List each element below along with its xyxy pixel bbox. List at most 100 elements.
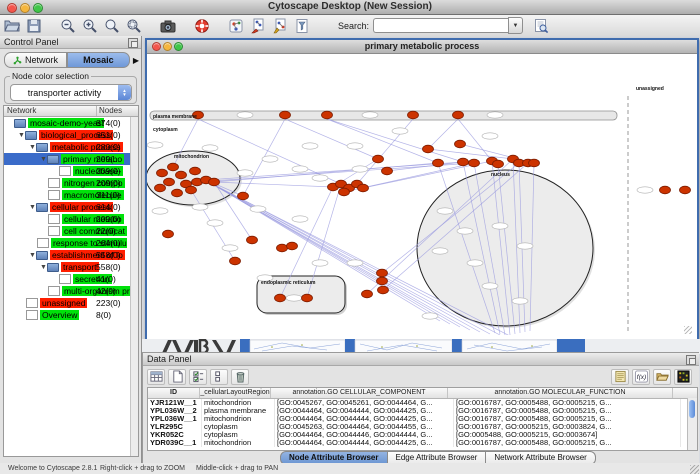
network-node[interactable] bbox=[163, 230, 174, 238]
network-node[interactable] bbox=[277, 244, 288, 252]
table-options-button[interactable] bbox=[147, 369, 165, 385]
network-node[interactable] bbox=[358, 184, 369, 192]
network-node[interactable] bbox=[455, 140, 466, 148]
attribute-table-header[interactable]: ID _cellularLayoutRegion annotation.GO C… bbox=[148, 388, 697, 399]
expander-icon[interactable]: ▼ bbox=[29, 144, 36, 151]
node-label-ellipse[interactable] bbox=[312, 260, 328, 266]
function-builder-button[interactable]: f(x) bbox=[632, 369, 650, 385]
node-label-ellipse[interactable] bbox=[517, 243, 533, 249]
network-view-window[interactable]: primary metabolic process plasma membran… bbox=[145, 38, 699, 341]
node-label-ellipse[interactable] bbox=[192, 204, 208, 210]
tree-row-cellular-process[interactable]: ▼cellular process614(0) bbox=[4, 201, 138, 213]
network-node[interactable] bbox=[377, 269, 388, 277]
expander-icon[interactable]: ▼ bbox=[40, 156, 47, 163]
network-node[interactable] bbox=[176, 171, 187, 179]
node-label-ellipse[interactable] bbox=[432, 248, 448, 254]
network-node[interactable] bbox=[458, 158, 469, 166]
tab-network[interactable]: Network bbox=[4, 52, 67, 68]
app-titlebar[interactable]: Cytoscape Desktop (New Session) bbox=[0, 0, 700, 15]
network-node[interactable] bbox=[339, 188, 350, 196]
network-node[interactable] bbox=[433, 159, 444, 167]
float-panel-icon[interactable] bbox=[128, 38, 138, 48]
node-label-ellipse[interactable] bbox=[347, 260, 363, 266]
network-node[interactable] bbox=[186, 186, 197, 194]
network-node[interactable] bbox=[280, 111, 291, 119]
node-label-ellipse[interactable] bbox=[147, 142, 163, 148]
table-row-ykr052c[interactable]: YKR052Ccytoplasm[GO:0044464, GO:0044446,… bbox=[148, 431, 697, 439]
tree-row-overview[interactable]: Overview8(0) bbox=[4, 309, 138, 321]
tree-row-nitrogen-compo[interactable]: nitrogen compo209(0) bbox=[4, 177, 138, 189]
help-button[interactable] bbox=[192, 17, 212, 35]
table-row-ylr295c[interactable]: YLR295Ccytoplasm[GO:0045263, GO:0044464,… bbox=[148, 423, 697, 431]
node-label-ellipse[interactable] bbox=[292, 166, 308, 172]
tree-row-cell-communicat[interactable]: cell communicat22(0) bbox=[4, 225, 138, 237]
node-label-ellipse[interactable] bbox=[237, 170, 253, 176]
window-resize-grip[interactable] bbox=[690, 465, 699, 474]
network-node[interactable] bbox=[453, 111, 464, 119]
float-panel-icon[interactable] bbox=[686, 355, 696, 365]
save-button[interactable] bbox=[24, 17, 44, 35]
network-node[interactable] bbox=[302, 294, 313, 302]
network-node[interactable] bbox=[238, 192, 249, 200]
tree-row-multi-organism-pro[interactable]: multi-organism pro42(0) bbox=[4, 285, 138, 297]
node-label-ellipse[interactable] bbox=[487, 112, 503, 118]
network-node[interactable] bbox=[157, 169, 168, 177]
network-canvas[interactable]: plasma membranecytoplasmmitochondrionnuc… bbox=[147, 54, 693, 335]
table-row-ypl036w__2[interactable]: YPL036W__2plasma membrane[GO:0044464, GO… bbox=[148, 407, 697, 415]
node-label-ellipse[interactable] bbox=[362, 112, 378, 118]
unselect-attributes-button[interactable] bbox=[210, 369, 228, 385]
table-scrollbar-thumb[interactable] bbox=[689, 400, 695, 418]
annotate-network-button[interactable] bbox=[270, 17, 290, 35]
node-label-ellipse[interactable] bbox=[222, 245, 238, 251]
filter-button[interactable] bbox=[292, 17, 312, 35]
import-attributes-button[interactable] bbox=[653, 369, 671, 385]
network-node[interactable] bbox=[382, 167, 393, 175]
node-label-ellipse[interactable] bbox=[482, 283, 498, 289]
select-attributes-button[interactable] bbox=[189, 369, 207, 385]
node-label-ellipse[interactable] bbox=[492, 223, 508, 229]
node-label-ellipse[interactable] bbox=[250, 206, 266, 212]
expander-icon[interactable]: ▼ bbox=[29, 204, 36, 211]
table-row-ypl036w__1[interactable]: YPL036W__1mitochondrion[GO:0044464, GO:0… bbox=[148, 415, 697, 423]
network-node[interactable] bbox=[275, 294, 286, 302]
node-label-ellipse[interactable] bbox=[512, 298, 528, 304]
network-node[interactable] bbox=[423, 145, 434, 153]
network-node[interactable] bbox=[529, 159, 540, 167]
tree-row-nucleobase-[interactable]: nucleobase-209(0) bbox=[4, 165, 138, 177]
notes-button[interactable] bbox=[611, 369, 629, 385]
zoom-in-button[interactable] bbox=[80, 17, 100, 35]
node-color-dropdown[interactable]: transporter activity ▲▼ bbox=[10, 84, 132, 101]
tab-mosaic[interactable]: Mosaic bbox=[67, 52, 130, 68]
network-overview-button[interactable] bbox=[226, 17, 246, 35]
zoom-selected-button[interactable] bbox=[124, 17, 144, 35]
node-label-ellipse[interactable] bbox=[347, 143, 363, 149]
network-node[interactable] bbox=[209, 178, 220, 186]
node-label-ellipse[interactable] bbox=[237, 112, 253, 118]
network-node[interactable] bbox=[287, 242, 298, 250]
tree-row-biological-process[interactable]: ▼biological_process651(0) bbox=[4, 129, 138, 141]
network-node[interactable] bbox=[493, 160, 504, 168]
delete-attribute-button[interactable] bbox=[231, 369, 249, 385]
tree-row-unassigned[interactable]: unassigned223(0) bbox=[4, 297, 138, 309]
node-label-ellipse[interactable] bbox=[637, 187, 653, 193]
tree-row-response-to-stimulu[interactable]: response to stimulu264(0) bbox=[4, 237, 138, 249]
tree-row-transport[interactable]: ▼transport558(0) bbox=[4, 261, 138, 273]
node-label-ellipse[interactable] bbox=[262, 156, 278, 162]
network-node[interactable] bbox=[362, 290, 373, 298]
node-label-ellipse[interactable] bbox=[152, 208, 168, 214]
node-label-ellipse[interactable] bbox=[302, 143, 318, 149]
node-label-ellipse[interactable] bbox=[292, 216, 308, 222]
node-label-ellipse[interactable] bbox=[467, 260, 483, 266]
view-resize-grip[interactable] bbox=[684, 326, 692, 334]
network-node[interactable] bbox=[660, 186, 671, 194]
new-attribute-button[interactable] bbox=[168, 369, 186, 385]
search-dropdown-arrow[interactable]: ▼ bbox=[508, 17, 523, 34]
node-label-ellipse[interactable] bbox=[457, 228, 473, 234]
network-node[interactable] bbox=[172, 189, 183, 197]
network-node[interactable] bbox=[247, 236, 258, 244]
expander-icon[interactable]: ▼ bbox=[40, 264, 47, 271]
network-node[interactable] bbox=[469, 159, 480, 167]
network-node[interactable] bbox=[155, 184, 166, 192]
node-label-ellipse[interactable] bbox=[482, 133, 498, 139]
network-node[interactable] bbox=[190, 167, 201, 175]
